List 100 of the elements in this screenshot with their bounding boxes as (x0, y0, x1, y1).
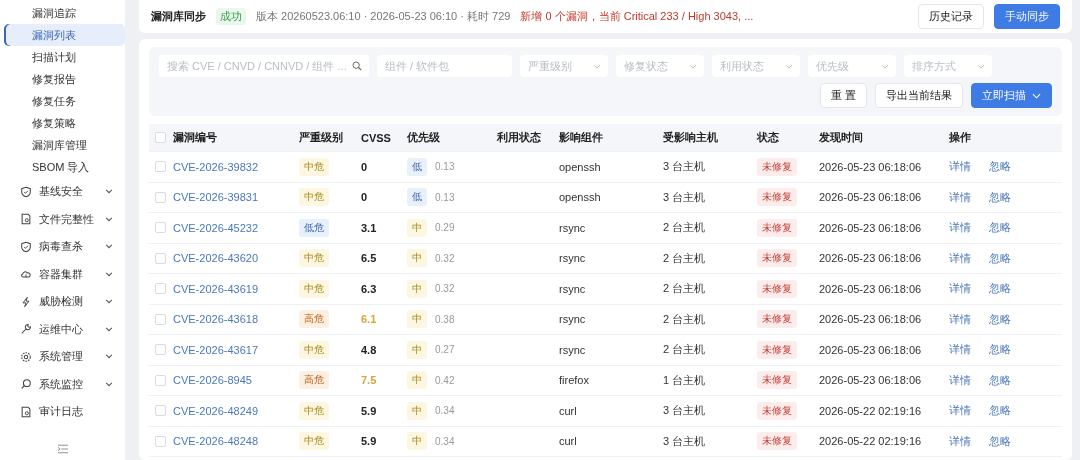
sync-button[interactable]: 手动同步 (994, 4, 1060, 29)
action-link[interactable]: 详情 (949, 159, 971, 175)
checkbox[interactable] (155, 161, 166, 173)
collapse-menu-icon[interactable] (56, 444, 69, 454)
action-link[interactable]: 忽略 (989, 250, 1011, 266)
sidebar-item[interactable]: SBOM 导入 (4, 156, 125, 178)
filter-dropdown[interactable]: 利用状态 (712, 55, 800, 77)
filter-button[interactable]: 重 置 (819, 83, 867, 108)
status-tag: 未修复 (757, 371, 797, 390)
sidebar-group[interactable]: 运维中心 (39, 321, 105, 337)
severity-tag: 高危 (299, 310, 329, 329)
status-tag: 未修复 (757, 218, 797, 237)
filter-button[interactable]: 立即扫描 (971, 83, 1052, 108)
action-link[interactable]: 详情 (949, 433, 971, 449)
checkbox[interactable] (155, 222, 166, 234)
cvss-score: 4.8 (361, 343, 377, 356)
action-link[interactable]: 详情 (949, 220, 971, 236)
cloud-icon (20, 268, 32, 281)
checkbox[interactable] (155, 252, 166, 264)
checkbox[interactable] (155, 283, 166, 295)
search-field[interactable]: 搜索 CVE / CNVD / CNNVD / 组件 ... (159, 55, 369, 77)
cve-link[interactable]: CVE-2026-43617 (173, 343, 258, 356)
checkbox[interactable] (155, 435, 166, 447)
sidebar-item[interactable]: 漏洞库管理 (4, 134, 125, 156)
cve-link[interactable]: CVE-2026-45232 (173, 221, 258, 234)
found-time: 2026-05-22 02:19:16 (819, 404, 922, 417)
checkbox[interactable] (155, 344, 166, 356)
action-link[interactable]: 忽略 (989, 433, 1011, 449)
column-header: 受影响主机 (663, 130, 719, 145)
sidebar-group[interactable]: 容器集群 (39, 266, 105, 282)
sidebar-group[interactable]: 审计日志 (39, 404, 113, 420)
priority-tag: 中 (407, 371, 427, 390)
action-link[interactable]: 详情 (949, 250, 971, 266)
action-link[interactable]: 忽略 (989, 281, 1011, 297)
sidebar-group[interactable]: 系统管理 (39, 349, 105, 365)
cve-link[interactable]: CVE-2026-48249 (173, 404, 258, 417)
sidebar-item[interactable]: 修复任务 (4, 90, 125, 112)
priority-tag: 中 (407, 249, 427, 268)
action-link[interactable]: 忽略 (989, 220, 1011, 236)
priority-tag: 中 (407, 218, 427, 237)
sidebar-group[interactable]: 基线安全 (39, 184, 105, 200)
component-field[interactable]: 组件 / 软件包 (377, 55, 512, 77)
component-name: openssh (559, 191, 601, 204)
status-tag: 未修复 (757, 249, 797, 268)
action-link[interactable]: 详情 (949, 281, 971, 297)
sync-button[interactable]: 历史记录 (918, 4, 984, 29)
settings-icon (20, 350, 32, 363)
cve-link[interactable]: CVE-2026-43618 (173, 313, 258, 326)
component-name: curl (559, 435, 577, 448)
sidebar-item[interactable]: 漏洞列表 (4, 24, 125, 46)
priority-score: 0.42 (435, 374, 455, 386)
priority-tag: 低 (407, 188, 427, 207)
sidebar-group[interactable]: 病毒查杀 (39, 239, 105, 255)
sidebar-group[interactable]: 系统监控 (39, 376, 105, 392)
severity-tag: 中危 (299, 401, 329, 420)
action-link[interactable]: 详情 (949, 189, 971, 205)
cve-link[interactable]: CVE-2026-39832 (173, 160, 258, 173)
cve-link[interactable]: CVE-2026-43619 (173, 282, 258, 295)
checkbox[interactable] (155, 313, 166, 325)
search-icon (352, 61, 362, 71)
action-link[interactable]: 忽略 (989, 342, 1011, 358)
host-count: 3 台主机 (663, 189, 706, 205)
sidebar-item[interactable]: 修复策略 (4, 112, 125, 134)
action-link[interactable]: 详情 (949, 311, 971, 327)
sidebar-group[interactable]: 文件完整性 (39, 211, 105, 227)
cvss-score: 7.5 (361, 374, 377, 387)
action-link[interactable]: 忽略 (989, 403, 1011, 419)
checkbox[interactable] (155, 132, 166, 143)
checkbox[interactable] (155, 191, 166, 203)
cvss-score: 6.5 (361, 252, 377, 265)
cve-link[interactable]: CVE-2026-48248 (173, 435, 258, 448)
action-link[interactable]: 忽略 (989, 189, 1011, 205)
filter-dropdown[interactable]: 优先级 (808, 55, 896, 77)
sidebar-item[interactable]: 漏洞追踪 (4, 2, 125, 24)
filter-dropdown[interactable]: 修复状态 (616, 55, 704, 77)
cve-link[interactable]: CVE-2026-8945 (173, 374, 252, 387)
action-link[interactable]: 详情 (949, 372, 971, 388)
action-link[interactable]: 详情 (949, 403, 971, 419)
found-time: 2026-05-23 06:18:06 (819, 313, 922, 326)
checkbox[interactable] (155, 374, 166, 386)
action-link[interactable]: 详情 (949, 342, 971, 358)
cve-link[interactable]: CVE-2026-43620 (173, 252, 258, 265)
action-link[interactable]: 忽略 (989, 372, 1011, 388)
priority-score: 0.13 (435, 161, 455, 173)
chevron-down-icon (593, 64, 601, 69)
sidebar-item[interactable]: 修复报告 (4, 68, 125, 90)
filter-dropdown[interactable]: 严重级别 (520, 55, 608, 77)
action-link[interactable]: 忽略 (989, 159, 1011, 175)
document-icon (20, 405, 32, 418)
filter-button[interactable]: 导出当前结果 (875, 83, 963, 108)
checkbox[interactable] (155, 405, 166, 417)
action-link[interactable]: 忽略 (989, 311, 1011, 327)
cve-link[interactable]: CVE-2026-39831 (173, 191, 258, 204)
filter-dropdown[interactable]: 排序方式 (904, 55, 992, 77)
sidebar-group[interactable]: 威胁检测 (39, 294, 105, 310)
sidebar-item[interactable]: 扫描计划 (4, 46, 125, 68)
component-name: rsync (559, 252, 586, 265)
column-header: 优先级 (407, 130, 441, 145)
priority-tag: 中 (407, 340, 427, 359)
cvss-score: 6.3 (361, 282, 377, 295)
